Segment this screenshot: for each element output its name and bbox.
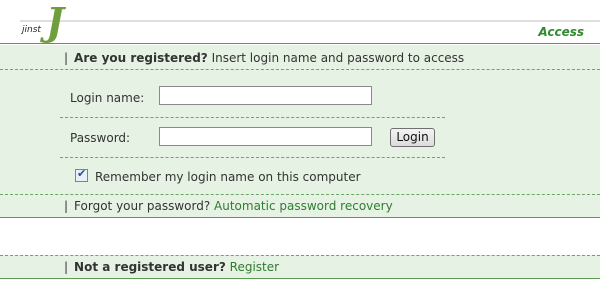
login-intro-row: | Are you registered? Insert login name a… — [0, 45, 600, 70]
login-name-label: Login name: — [70, 91, 145, 105]
form-divider — [60, 117, 445, 118]
check-icon: ✔ — [77, 167, 87, 180]
register-row: | Not a registered user? Register — [0, 255, 600, 279]
remember-label: Remember my login name on this computer — [95, 170, 361, 184]
header-top-rule — [20, 20, 600, 22]
remember-checkbox[interactable]: ✔ — [75, 167, 88, 182]
header: jinst J Access — [0, 0, 600, 44]
forgot-password-row: | Forgot your password? Automatic passwor… — [0, 195, 600, 218]
login-instruction: Insert login name and password to access — [211, 51, 465, 65]
separator-bar: | — [64, 51, 69, 65]
logo-text: jinst — [22, 25, 41, 35]
separator-bar: | — [64, 260, 69, 274]
forgot-text: Forgot your password? — [74, 199, 211, 213]
password-label: Password: — [70, 131, 131, 145]
password-recovery-link[interactable]: Automatic password recovery — [214, 199, 393, 213]
registered-question: Are you registered? — [74, 51, 208, 65]
password-input[interactable] — [159, 127, 372, 146]
register-link[interactable]: Register — [230, 260, 279, 274]
login-button[interactable]: Login — [390, 128, 435, 147]
logo-j-icon: J — [46, 0, 64, 44]
header-bottom-rule — [0, 43, 600, 44]
login-name-input[interactable] — [159, 86, 372, 105]
form-divider — [60, 157, 445, 158]
separator-bar: | — [64, 199, 69, 213]
page-title-access: Access — [538, 25, 584, 39]
not-registered-question: Not a registered user? — [74, 260, 226, 274]
